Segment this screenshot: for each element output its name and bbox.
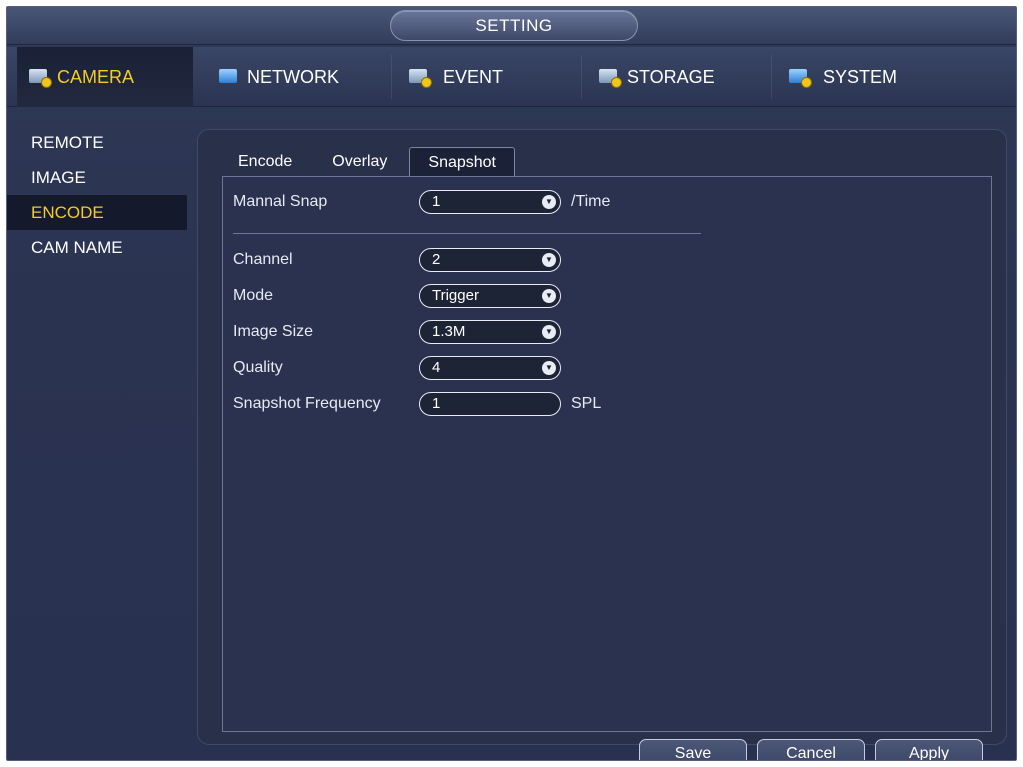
camera-icon [27,66,53,88]
title-bar: SETTING [7,7,1016,45]
channel-row: Channel 2 ▼ [233,247,561,273]
snapshot-frequency-value: 1 [432,395,441,412]
chevron-down-icon: ▼ [542,325,556,339]
setting-window: SETTING CAMERA NETWORK EVENT STORAGE SYS… [6,6,1017,761]
mode-select[interactable]: Trigger ▼ [419,284,561,308]
manual-snap-unit: /Time [571,193,611,210]
snapshot-content: Mannal Snap 1 ▼ /Time Channel 2 ▼ Mode T… [222,176,992,760]
snapshot-frequency-input[interactable]: 1 [419,392,561,416]
storage-icon [597,66,623,88]
mode-value: Trigger [432,287,479,304]
sidebar: REMOTE IMAGE ENCODE CAM NAME [7,125,187,265]
channel-value: 2 [432,251,441,268]
nav-storage[interactable]: STORAGE [587,47,757,107]
window-title: SETTING [390,10,638,41]
manual-snap-select[interactable]: 1 ▼ [419,190,561,214]
image-size-row: Image Size 1.3M ▼ [233,319,561,345]
quality-value: 4 [432,359,441,376]
sidebar-item-encode[interactable]: ENCODE [7,195,187,230]
nav-camera[interactable]: CAMERA [17,47,193,107]
nav-camera-label: CAMERA [57,66,135,87]
mode-row: Mode Trigger ▼ [233,283,561,309]
quality-label: Quality [233,359,283,376]
snapshot-frequency-unit: SPL [571,395,602,412]
channel-label: Channel [233,251,293,268]
nav-network-label: NETWORK [247,66,339,87]
nav-storage-label: STORAGE [627,66,715,87]
sidebar-item-image[interactable]: IMAGE [7,160,187,195]
mode-label: Mode [233,287,274,304]
top-navigation: CAMERA NETWORK EVENT STORAGE SYSTEM [7,47,1016,107]
chevron-down-icon: ▼ [542,289,556,303]
chevron-down-icon: ▼ [542,195,556,209]
tab-bar: Encode Overlay Snapshot [220,147,519,177]
system-icon [787,66,813,88]
manual-snap-label: Mannal Snap [233,193,328,210]
sidebar-item-cam-name[interactable]: CAM NAME [7,230,187,265]
nav-system-label: SYSTEM [823,66,898,87]
snapshot-frequency-label: Snapshot Frequency [233,395,381,412]
chevron-down-icon: ▼ [542,361,556,375]
image-size-value: 1.3M [432,323,466,340]
manual-snap-row: Mannal Snap 1 ▼ /Time [233,189,610,215]
nav-event[interactable]: EVENT [397,47,567,107]
snapshot-frequency-row: Snapshot Frequency 1 SPL [233,391,601,417]
sidebar-item-remote[interactable]: REMOTE [7,125,187,160]
network-icon [217,66,243,88]
image-size-label: Image Size [233,323,314,340]
nav-system[interactable]: SYSTEM [777,47,947,107]
nav-event-label: EVENT [443,66,504,87]
quality-row: Quality 4 ▼ [233,355,561,381]
event-icon [407,66,433,88]
chevron-down-icon: ▼ [542,253,556,267]
quality-select[interactable]: 4 ▼ [419,356,561,380]
channel-select[interactable]: 2 ▼ [419,248,561,272]
tab-snapshot[interactable]: Snapshot [409,147,515,177]
apply-button[interactable]: Apply [875,739,983,760]
save-button[interactable]: Save [639,739,747,760]
tab-encode[interactable]: Encode [220,147,310,177]
nav-network[interactable]: NETWORK [207,47,377,107]
tab-overlay[interactable]: Overlay [314,147,405,177]
cancel-button[interactable]: Cancel [757,739,865,760]
divider [233,233,701,234]
manual-snap-value: 1 [432,193,441,210]
settings-panel: Encode Overlay Snapshot Mannal Snap 1 ▼ … [197,129,1007,760]
image-size-select[interactable]: 1.3M ▼ [419,320,561,344]
